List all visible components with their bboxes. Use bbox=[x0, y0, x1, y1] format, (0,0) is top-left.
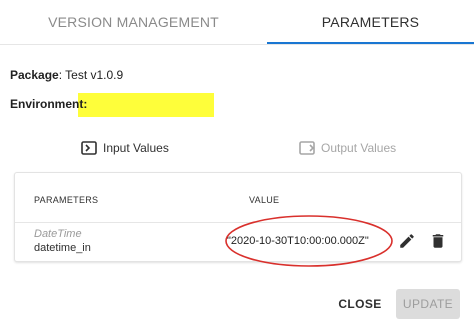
environment-label: Environment: bbox=[10, 97, 88, 111]
output-values-button[interactable]: Output Values bbox=[298, 137, 396, 159]
output-icon bbox=[298, 139, 316, 157]
parameters-dialog: VERSION MANAGEMENT PARAMETERS Package: T… bbox=[0, 0, 474, 336]
parameter-type: DateTime bbox=[34, 228, 82, 240]
edit-icon[interactable] bbox=[398, 232, 416, 250]
column-header-value: VALUE bbox=[249, 195, 280, 205]
package-info: Package: Test v1.0.9 bbox=[10, 68, 123, 82]
close-button[interactable]: CLOSE bbox=[335, 289, 385, 319]
package-value: : Test v1.0.9 bbox=[58, 68, 124, 82]
output-values-label: Output Values bbox=[321, 141, 397, 155]
delete-icon[interactable] bbox=[429, 232, 447, 250]
tab-bar: VERSION MANAGEMENT PARAMETERS bbox=[0, 0, 474, 45]
input-values-label: Input Values bbox=[103, 141, 169, 155]
column-header-parameters: PARAMETERS bbox=[34, 195, 99, 205]
tab-parameters[interactable]: PARAMETERS bbox=[267, 0, 474, 44]
environment-value-redaction bbox=[78, 93, 214, 117]
annotation-ellipse bbox=[225, 215, 393, 267]
parameters-table: PARAMETERS VALUE DateTime datetime_in "2… bbox=[14, 172, 462, 267]
input-icon bbox=[80, 139, 98, 157]
package-label: Package bbox=[10, 68, 59, 82]
input-values-button[interactable]: Input Values bbox=[80, 137, 169, 159]
parameter-name: datetime_in bbox=[34, 242, 91, 254]
active-tab-indicator bbox=[267, 42, 474, 44]
environment-info: Environment: bbox=[10, 97, 87, 111]
update-button[interactable]: UPDATE bbox=[396, 289, 460, 319]
tab-version-management[interactable]: VERSION MANAGEMENT bbox=[0, 0, 267, 44]
